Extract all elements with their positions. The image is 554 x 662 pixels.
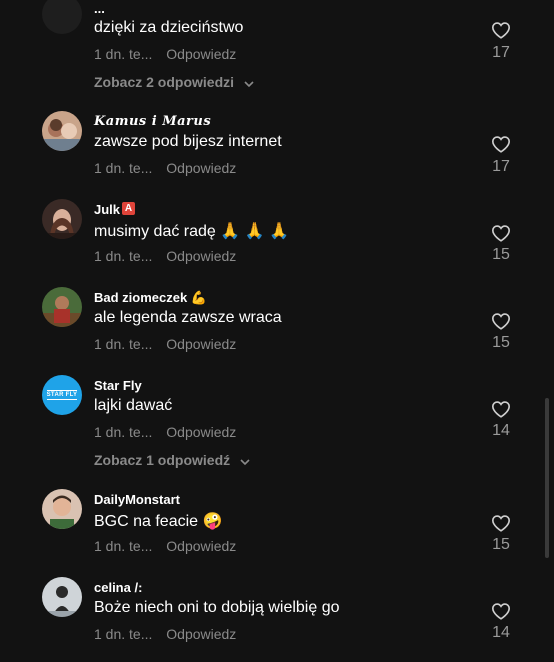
reply-link[interactable]: Odpowiedz — [166, 46, 236, 62]
comment-meta: 1 dn. te... Odpowiedz — [94, 336, 236, 352]
comment-meta: 1 dn. te... Odpowiedz — [94, 424, 236, 440]
comment-username[interactable]: celina /: — [94, 580, 142, 595]
chevron-down-icon — [240, 453, 250, 469]
comment-meta: 1 dn. te... Odpowiedz — [94, 626, 236, 642]
heart-icon — [491, 313, 511, 330]
comment-time: 1 dn. te... — [94, 626, 153, 642]
view-replies-button[interactable]: Zobacz 1 odpowiedź — [94, 452, 250, 469]
reply-link[interactable]: Odpowiedz — [166, 538, 236, 554]
avatar-logo-text: STAR FLY — [46, 390, 78, 400]
heart-icon — [491, 136, 511, 153]
like-count: 15 — [492, 334, 510, 351]
comment-meta: 1 dn. te... Odpowiedz — [94, 538, 236, 554]
reply-link[interactable]: Odpowiedz — [166, 248, 236, 264]
like-button[interactable] — [488, 21, 514, 39]
comment-text: lajki dawać — [94, 397, 173, 414]
comment-username[interactable]: DailyMonstart — [94, 492, 180, 507]
comment-text: zawsze pod bijesz internet — [94, 133, 282, 150]
like-count: 14 — [492, 422, 510, 439]
avatar[interactable]: STAR FLY — [42, 375, 82, 415]
view-replies-label: Zobacz 1 odpowiedź — [94, 452, 231, 468]
chevron-down-icon — [244, 75, 254, 91]
reply-link[interactable]: Odpowiedz — [166, 424, 236, 440]
heart-icon — [491, 603, 511, 620]
heart-icon — [491, 515, 511, 532]
comment-meta: 1 dn. te... Odpowiedz — [94, 248, 236, 264]
avatar[interactable] — [42, 577, 82, 617]
like-button[interactable] — [488, 514, 514, 532]
comment-meta: 1 dn. te... Odpowiedz — [94, 160, 236, 176]
avatar[interactable] — [42, 111, 82, 151]
comment-text: dzięki za dzieciństwo — [94, 19, 244, 36]
comment-username[interactable]: Bad ziomeczek 💪 — [94, 290, 207, 306]
reply-link[interactable]: Odpowiedz — [166, 160, 236, 176]
like-button[interactable] — [488, 312, 514, 330]
comment-time: 1 dn. te... — [94, 248, 153, 264]
avatar[interactable] — [42, 199, 82, 239]
comment-username[interactable]: Star Fly — [94, 378, 142, 393]
view-replies-button[interactable]: Zobacz 2 odpowiedzi — [94, 74, 254, 91]
like-button[interactable] — [488, 135, 514, 153]
avatar[interactable] — [42, 287, 82, 327]
like-count: 17 — [492, 44, 510, 61]
comment-time: 1 dn. te... — [94, 46, 153, 62]
comment-username[interactable]: ... — [94, 1, 105, 16]
reply-link[interactable]: Odpowiedz — [166, 626, 236, 642]
heart-icon — [491, 401, 511, 418]
like-button[interactable] — [488, 400, 514, 418]
like-button[interactable] — [488, 602, 514, 620]
comment-text: BGC na feacie 🤪 — [94, 513, 223, 530]
comment-username[interactable]: 𝑲𝒂𝒎𝒖𝒔 𝒊 𝑴𝒂𝒓𝒖𝒔 — [94, 114, 211, 129]
scrollbar[interactable] — [545, 398, 549, 558]
badge-icon: A — [122, 202, 136, 215]
like-count: 15 — [492, 246, 510, 263]
comment-time: 1 dn. te... — [94, 160, 153, 176]
comment-text: musimy dać radę 🙏 🙏 🙏 — [94, 223, 289, 240]
like-count: 14 — [492, 624, 510, 641]
view-replies-label: Zobacz 2 odpowiedzi — [94, 74, 235, 90]
like-count: 15 — [492, 536, 510, 553]
comment-time: 1 dn. te... — [94, 538, 153, 554]
heart-icon — [491, 225, 511, 242]
comment-text: Boże niech oni to dobiją wielbię go — [94, 599, 340, 616]
avatar[interactable] — [42, 489, 82, 529]
like-button[interactable] — [488, 224, 514, 242]
comment-time: 1 dn. te... — [94, 424, 153, 440]
comment-username[interactable]: Julk A — [94, 202, 136, 217]
like-count: 17 — [492, 158, 510, 175]
comment-text: ale legenda zawsze wraca — [94, 309, 282, 326]
comment-meta: 1 dn. te... Odpowiedz — [94, 46, 236, 62]
avatar[interactable] — [42, 0, 82, 34]
comment-time: 1 dn. te... — [94, 336, 153, 352]
heart-icon — [491, 22, 511, 39]
reply-link[interactable]: Odpowiedz — [166, 336, 236, 352]
